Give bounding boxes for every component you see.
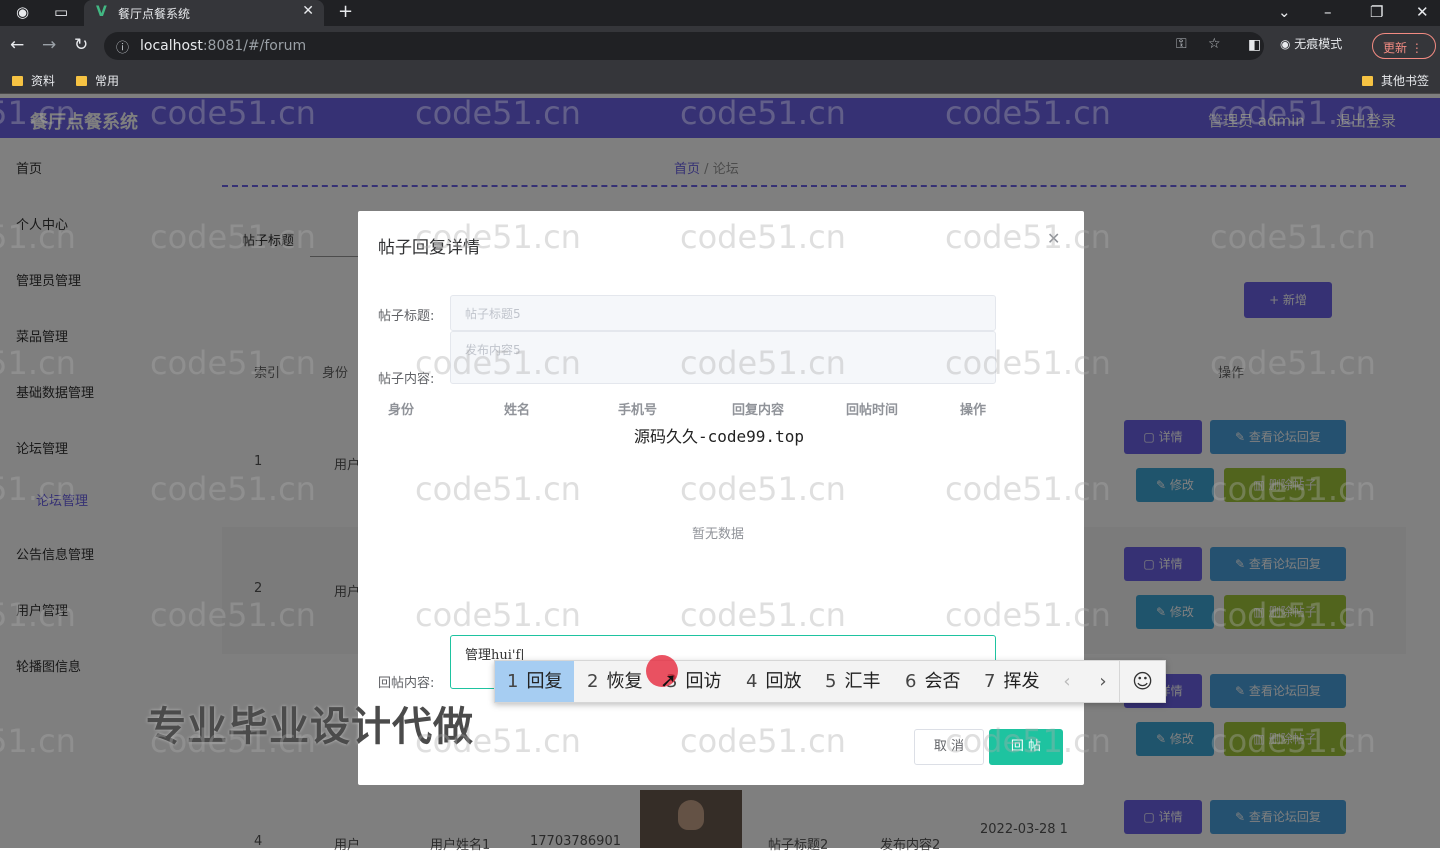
folder-icon — [12, 76, 23, 86]
browser-tab[interactable]: V 餐厅点餐系统 ✕ — [84, 0, 324, 26]
bookmarks-bar: 资料 常用 其他书签 — [0, 66, 1440, 94]
reply-label: 回帖内容: — [378, 676, 435, 691]
folder-icon — [76, 76, 87, 86]
window-icon[interactable]: ▭ — [54, 3, 68, 21]
ime-candidate[interactable]: 6 会否 — [893, 661, 972, 702]
back-icon[interactable]: ← — [10, 35, 24, 55]
watermark-text: code51.cn — [1210, 344, 1376, 382]
info-icon[interactable]: ⓘ — [116, 37, 129, 56]
other-bookmarks[interactable]: 其他书签 — [1362, 72, 1429, 89]
watermark-text: code51.cn — [680, 218, 846, 256]
watermark-text: code51.cn — [1210, 470, 1376, 508]
restore-icon[interactable]: ❐ — [1370, 3, 1383, 21]
watermark-text: code51.cn — [150, 722, 316, 760]
watermark-text: code51.cn — [0, 722, 76, 760]
watermark-text: code51.cn — [945, 94, 1111, 132]
reload-icon[interactable]: ↻ — [74, 35, 88, 55]
watermark-text: code51.cn — [680, 596, 846, 634]
key-icon[interactable]: ⚿ — [1176, 36, 1187, 52]
ime-prev-icon[interactable]: ‹ — [1049, 661, 1085, 702]
ime-candidate[interactable]: 7 挥发 — [972, 661, 1051, 702]
sidebar-toggle-icon[interactable]: ◧ — [1248, 37, 1261, 53]
update-button[interactable]: 更新 ⋮ — [1372, 33, 1436, 59]
bookmark-folder[interactable]: 常用 — [76, 72, 119, 89]
post-title-field: 帖子标题5 — [450, 295, 996, 331]
url-text: localhost:8081/#/forum — [140, 38, 307, 54]
browser-menu-icon[interactable]: ◉ — [16, 3, 29, 21]
watermark-text: code51.cn — [945, 722, 1111, 760]
watermark-text: code51.cn — [945, 344, 1111, 382]
new-tab-icon[interactable]: + — [338, 1, 353, 22]
watermark-text: code51.cn — [150, 470, 316, 508]
watermark-text: code51.cn — [415, 470, 581, 508]
reply-table-header: 手机号 — [618, 403, 658, 418]
ime-candidate[interactable]: 2 恢复 — [575, 661, 654, 702]
watermark-text: code51.cn — [150, 218, 316, 256]
ime-candidate[interactable]: 5 汇丰 — [813, 661, 892, 702]
reply-table-header: 回复内容 — [732, 403, 785, 418]
watermark-text: code51.cn — [415, 722, 581, 760]
watermark-text: code51.cn — [680, 344, 846, 382]
watermark-text: code51.cn — [150, 596, 316, 634]
tab-search-icon[interactable]: ⌄ — [1278, 3, 1291, 21]
post-title-label: 帖子标题: — [378, 309, 435, 324]
reply-table-header: 身份 — [388, 403, 415, 418]
reply-table-header: 回帖时间 — [846, 403, 899, 418]
vue-icon: V — [96, 4, 107, 20]
watermark-text: code51.cn — [0, 470, 76, 508]
ime-next-icon[interactable]: › — [1085, 661, 1121, 702]
empty-state: 暂无数据 — [692, 527, 745, 542]
watermark-text: code51.cn — [415, 94, 581, 132]
watermark-text: code51.cn — [0, 94, 76, 132]
bookmark-folder[interactable]: 资料 — [12, 72, 55, 89]
watermark-text: code51.cn — [1210, 94, 1376, 132]
watermark-text: code51.cn — [1210, 722, 1376, 760]
minimize-icon[interactable]: – — [1324, 3, 1332, 21]
watermark-text: code51.cn — [945, 218, 1111, 256]
ime-candidate[interactable]: 4 回放 — [734, 661, 813, 702]
folder-icon — [1362, 76, 1373, 86]
mouse-cursor-icon: ➚ — [660, 668, 677, 692]
watermark-text: code51.cn — [0, 218, 76, 256]
watermark-text: code51.cn — [945, 596, 1111, 634]
browser-tab-bar: ◉ ▭ V 餐厅点餐系统 ✕ + ⌄ – ❐ ✕ — [0, 0, 1440, 26]
ime-candidate[interactable]: 1 回复 — [495, 661, 575, 702]
close-window-icon[interactable]: ✕ — [1416, 3, 1429, 21]
watermark-text: code51.cn — [415, 344, 581, 382]
forward-icon[interactable]: → — [42, 35, 56, 55]
star-icon[interactable]: ☆ — [1208, 36, 1221, 52]
watermark-text: code51.cn — [945, 470, 1111, 508]
watermark-text: code51.cn — [415, 596, 581, 634]
watermark-text: code51.cn — [150, 344, 316, 382]
watermark-text: code51.cn — [150, 94, 316, 132]
emoji-icon[interactable]: ☺ — [1119, 661, 1165, 702]
address-bar: ← → ↻ ⓘ localhost:8081/#/forum ⚿ ☆ ◧ ◉ 无… — [0, 26, 1440, 66]
watermark-text: code51.cn — [415, 218, 581, 256]
incognito-indicator[interactable]: ◉ 无痕模式 — [1280, 35, 1342, 52]
ime-candidate-bar: 1回复 2恢复 3回访 4回放 5汇丰 6会否 7挥发 ‹ › ☺ — [494, 660, 1166, 703]
watermark-text: code51.cn — [0, 344, 76, 382]
close-tab-icon[interactable]: ✕ — [302, 3, 314, 19]
watermark-text: code51.cn — [0, 596, 76, 634]
watermark-text: code51.cn — [1210, 596, 1376, 634]
watermark-text: code51.cn — [680, 470, 846, 508]
reply-table-header: 操作 — [960, 403, 987, 418]
credit-text: 源码久久-code99.top — [634, 427, 804, 446]
watermark-text: code51.cn — [680, 722, 846, 760]
watermark-text: code51.cn — [680, 94, 846, 132]
url-field[interactable]: ⓘ localhost:8081/#/forum ⚿ ☆ — [104, 32, 1264, 60]
reply-table-header: 姓名 — [504, 403, 531, 418]
watermark-text: code51.cn — [1210, 218, 1376, 256]
tab-title: 餐厅点餐系统 — [118, 7, 191, 21]
